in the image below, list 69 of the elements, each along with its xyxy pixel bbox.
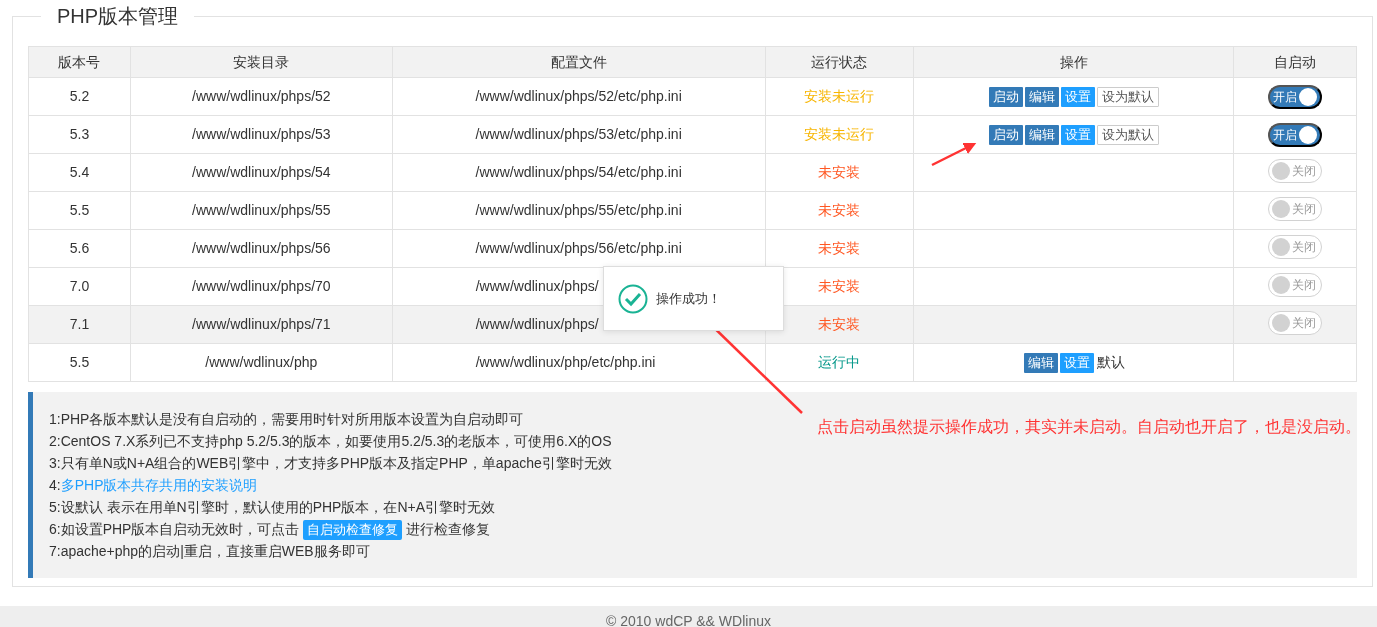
note-text: 2:CentOS 7.X系列已不支持php 5.2/5.3的版本，如要使用5.2/5.3的老版本，可使用6.X的OS [49,432,612,451]
autostart-toggle[interactable]: 关闭 [1268,273,1322,297]
table-cell-text: /www/wdlinux/php/etc/php.ini [475,353,657,372]
status-cell: 运行中 [765,343,914,382]
autostart-toggle[interactable]: 关闭 [1268,197,1322,221]
table-cell: /www/wdlinux/phps/56 [130,229,393,268]
action-button[interactable]: 编辑 [1024,87,1059,107]
table-cell: 5.5 [28,343,131,382]
table-cell-text: /www/wdlinux/phps/56/etc/php.ini [475,239,682,258]
table-cell-text: /www/wdlinux/phps/ [475,315,600,334]
toast-message: 操作成功！ [656,289,721,308]
table-cell: /www/wdlinux/phps/71 [130,305,393,344]
table-cell-text: /www/wdlinux/phps/ [475,277,600,296]
table-cell-text: /www/wdlinux/phps/52/etc/php.ini [475,87,682,106]
table-cell: 5.2 [28,77,131,116]
table-cell: /www/wdlinux/phps/52 [130,77,393,116]
repair-button[interactable]: 自启动检查修复 [303,520,403,540]
table-cell: /www/wdlinux/phps/53 [130,115,393,154]
panel-title: PHP版本管理 [56,6,180,26]
table-cell: 7.1 [28,305,131,344]
default-label: 默认 [1096,354,1125,370]
annotation-text: 点击启动虽然提示操作成功，其实并未启动。自启动也开启了，也是没启动。 [817,417,1361,437]
action-button[interactable]: 设为默认 [1096,125,1159,145]
table-cell: /www/wdlinux/php [130,343,393,382]
action-button[interactable]: 编辑 [1023,353,1058,373]
table-cell: 5.4 [28,153,131,192]
action-button[interactable]: 设置 [1060,87,1095,107]
note-text: 6:如设置PHP版本自启动无效时，可点击 [49,521,300,537]
table-cell: 5.5 [28,191,131,230]
column-header: 安装目录 [130,46,393,78]
table-cell: /www/wdlinux/phps/55 [130,191,393,230]
table-cell: 5.6 [28,229,131,268]
column-header: 自启动 [1233,46,1357,78]
autostart-toggle[interactable]: 关闭 [1268,159,1322,183]
column-header: 配置文件 [392,46,766,78]
note-text: 4: [49,477,61,493]
table-cell-text: /www/wdlinux/phps/54/etc/php.ini [475,163,682,182]
table-cell: /www/wdlinux/phps/70 [130,267,393,306]
table-cell: 7.0 [28,267,131,306]
note-text: 进行检查修复 [406,521,491,537]
action-button[interactable]: 启动 [988,87,1023,107]
action-button[interactable]: 设置 [1059,353,1094,373]
guide-link[interactable]: 多PHP版本共存共用的安装说明 [60,477,258,493]
table-cell-text: /www/wdlinux/phps/53/etc/php.ini [475,125,682,144]
autostart-toggle[interactable]: 关闭 [1268,311,1322,335]
status-cell: 未安装 [765,153,914,192]
autostart-toggle[interactable]: 关闭 [1268,235,1322,259]
check-circle-icon [618,283,648,314]
note-text: 1:PHP各版本默认是没有自启动的，需要用时针对所用版本设置为自启动即可 [49,410,524,429]
arrow [931,142,977,167]
table-cell-text: /www/wdlinux/phps/55/etc/php.ini [475,201,682,220]
note-text: 3:只有单N或N+A组合的WEB引擎中，才支持多PHP版本及指定PHP，单apache引擎时无效 [49,454,612,473]
note-text: 7:apache+php的启动|重启，直接重启WEB服务即可 [49,542,370,561]
table-cell: 5.3 [28,115,131,154]
note-text: 5:设默认 表示在用单N引擎时，默认使用的PHP版本，在N+A引擎时无效 [49,498,496,517]
column-header: 运行状态 [765,46,914,78]
status-cell: 安装未运行 [765,115,914,154]
action-button[interactable]: 设为默认 [1096,87,1159,107]
action-button[interactable]: 启动 [988,125,1023,145]
status-cell: 未安装 [765,191,914,230]
footer-text: © 2010 wdCP && WDlinux [0,606,1377,627]
column-header: 操作 [913,46,1234,78]
autostart-toggle[interactable]: 开启 [1268,84,1322,109]
column-header: 版本号 [28,46,131,78]
action-button[interactable]: 设置 [1060,125,1095,145]
status-cell: 安装未运行 [765,77,914,116]
action-button[interactable]: 编辑 [1024,125,1059,145]
autostart-toggle[interactable]: 开启 [1268,122,1322,147]
table-cell: /www/wdlinux/phps/54 [130,153,393,192]
